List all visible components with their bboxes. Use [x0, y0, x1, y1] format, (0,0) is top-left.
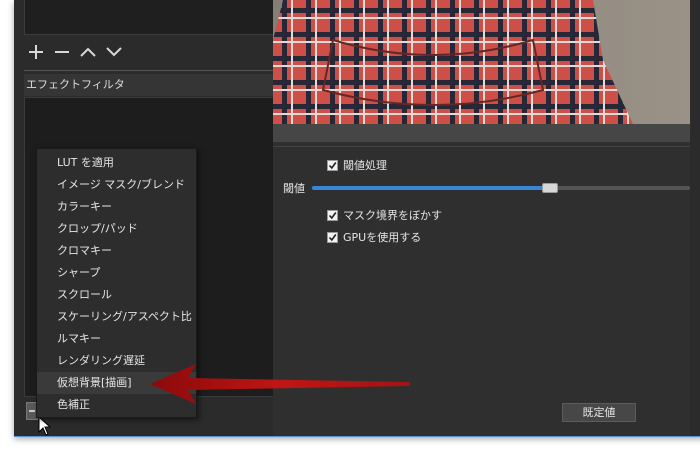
list-toolbar [26, 40, 124, 64]
blur-label: マスク境界をぼかす [343, 209, 442, 222]
checkbox-checked-icon[interactable] [327, 209, 338, 221]
menu-item[interactable]: LUT を適用 [37, 152, 196, 174]
defaults-button[interactable]: 既定値 [562, 403, 636, 422]
plus-icon[interactable] [26, 42, 46, 62]
gpu-label: GPUを使用する [343, 231, 422, 244]
blur-checkbox-row[interactable]: マスク境界をぼかす [327, 207, 442, 223]
threshold-slider[interactable] [312, 183, 690, 193]
mouse-cursor-icon [38, 416, 52, 436]
chevron-up-icon[interactable] [78, 42, 98, 62]
threshold-slider-label: 閾値 [283, 182, 305, 195]
checkbox-checked-icon[interactable] [327, 159, 338, 171]
filters-header: エフェクトフィルタ [24, 74, 280, 96]
menu-item[interactable]: ルマキー [37, 328, 196, 350]
slider-fill [312, 186, 551, 190]
chevron-down-icon[interactable] [104, 42, 124, 62]
gpu-checkbox-row[interactable]: GPUを使用する [327, 229, 421, 245]
preview-footer [273, 124, 690, 142]
menu-item[interactable]: カラーキー [37, 196, 196, 218]
threshold-checkbox-row[interactable]: 閾値処理 [327, 157, 387, 173]
menu-item[interactable]: シャープ [37, 262, 196, 284]
minus-icon[interactable] [52, 42, 72, 62]
source-list[interactable] [24, 0, 282, 35]
menu-item[interactable]: スクロール [37, 284, 196, 306]
video-preview [273, 0, 690, 124]
threshold-label: 閾値処理 [343, 159, 387, 172]
divider [24, 70, 280, 71]
checkbox-checked-icon[interactable] [327, 231, 338, 243]
red-arrow-annotation [150, 364, 410, 404]
menu-item[interactable]: イメージ マスク/ブレンド [37, 174, 196, 196]
menu-item[interactable]: スケーリング/アスペクト比 [37, 306, 196, 328]
menu-item[interactable]: クロマキー [37, 240, 196, 262]
divider [273, 146, 690, 147]
menu-item[interactable]: クロップ/パッド [37, 218, 196, 240]
slider-handle[interactable] [542, 183, 559, 193]
